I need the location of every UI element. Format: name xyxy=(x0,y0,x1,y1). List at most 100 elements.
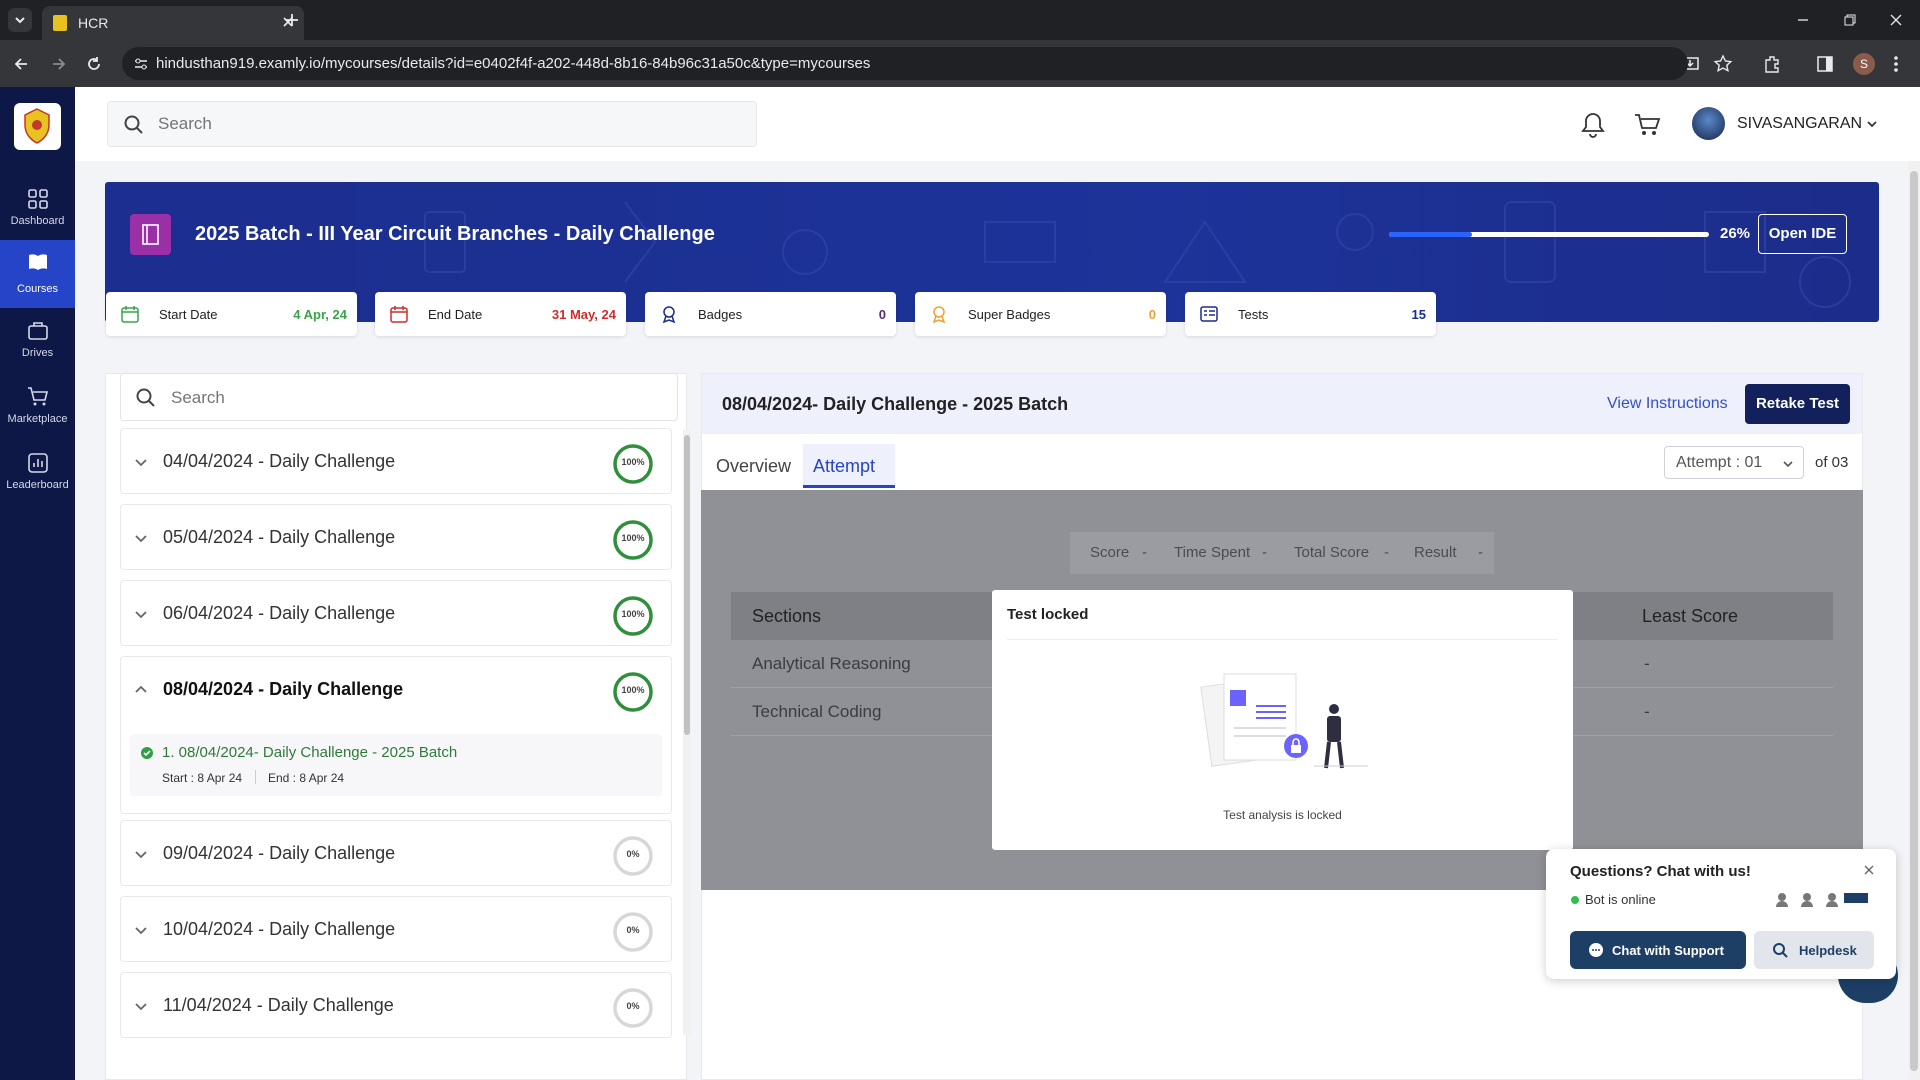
stat-value: 31 May, 24 xyxy=(551,307,616,322)
module-search-input[interactable] xyxy=(171,386,651,410)
nav-marketplace[interactable]: Marketplace xyxy=(0,375,75,439)
module-title[interactable]: 05/04/2024 - Daily Challenge xyxy=(163,527,395,548)
address-bar[interactable]: hindusthan919.examly.io/mycourses/detail… xyxy=(122,47,1688,80)
chat-with-support-button[interactable]: Chat with Support xyxy=(1570,931,1746,969)
search-input[interactable] xyxy=(158,112,718,136)
app-sidebar: Dashboard Courses Drives Marketplace Lea… xyxy=(0,87,75,1080)
shopping-cart-icon[interactable] xyxy=(1633,112,1661,138)
chevron-up-icon[interactable] xyxy=(133,682,149,698)
tab-title: HCR xyxy=(78,15,109,31)
tab-attempt[interactable]: Attempt xyxy=(803,444,895,488)
tab-search-icon[interactable] xyxy=(8,8,32,32)
forward-icon[interactable] xyxy=(50,55,68,73)
user-name[interactable]: SIVASANGARAN xyxy=(1737,115,1862,133)
nav-label: Marketplace xyxy=(7,413,68,425)
summary-score-label: Score xyxy=(1090,544,1130,561)
grid-icon xyxy=(28,189,48,209)
page-scrollbar[interactable] xyxy=(1908,161,1920,1080)
nav-leaderboard[interactable]: Leaderboard xyxy=(0,441,75,505)
reload-icon[interactable] xyxy=(85,55,103,73)
attempt-select-value: Attempt : 01 xyxy=(1676,454,1763,471)
chevron-down-icon[interactable] xyxy=(133,922,149,938)
close-window-icon[interactable] xyxy=(1888,12,1904,28)
global-search[interactable] xyxy=(107,101,757,147)
calendar-icon xyxy=(121,306,139,323)
browser-menu-icon[interactable] xyxy=(1893,54,1899,74)
module-search[interactable] xyxy=(120,373,678,421)
open-ide-button[interactable]: Open IDE xyxy=(1758,214,1847,254)
stat-label: Start Date xyxy=(159,307,218,322)
module-card[interactable]: 05/04/2024 - Daily Challenge 100% xyxy=(120,504,672,570)
chevron-down-icon[interactable] xyxy=(133,606,149,622)
search-icon xyxy=(1772,942,1788,958)
module-title[interactable]: 09/04/2024 - Daily Challenge xyxy=(163,843,395,864)
stat-label: Badges xyxy=(698,307,743,322)
chevron-down-icon[interactable] xyxy=(133,454,149,470)
module-card[interactable]: 10/04/2024 - Daily Challenge 0% xyxy=(120,896,672,962)
minimize-icon[interactable] xyxy=(1795,12,1811,28)
nav-courses[interactable]: Courses xyxy=(0,240,75,308)
retake-test-button[interactable]: Retake Test xyxy=(1745,384,1850,424)
site-info-icon[interactable] xyxy=(132,55,150,73)
test-header: 08/04/2024- Daily Challenge - 2025 Batch… xyxy=(702,374,1862,434)
side-panel-icon[interactable] xyxy=(1815,54,1835,74)
check-circle-icon xyxy=(140,746,154,760)
module-card[interactable]: 09/04/2024 - Daily Challenge 0% xyxy=(120,820,672,886)
chat-close-icon[interactable] xyxy=(1863,864,1875,876)
chevron-down-icon[interactable] xyxy=(133,530,149,546)
extensions-icon[interactable] xyxy=(1762,54,1782,74)
profile-avatar[interactable]: S xyxy=(1853,53,1875,75)
stat-value: 4 Apr, 24 xyxy=(293,307,347,322)
chevron-down-icon[interactable] xyxy=(133,846,149,862)
user-avatar[interactable] xyxy=(1692,107,1725,140)
module-title[interactable]: 10/04/2024 - Daily Challenge xyxy=(163,919,395,940)
notification-bell-icon[interactable] xyxy=(1580,111,1606,139)
module-card[interactable]: 04/04/2024 - Daily Challenge 100% xyxy=(120,428,672,494)
chevron-down-icon xyxy=(1781,457,1795,471)
module-card[interactable]: 11/04/2024 - Daily Challenge 0% xyxy=(120,972,672,1038)
nav-drives[interactable]: Drives xyxy=(0,309,75,373)
list-scrollbar[interactable] xyxy=(683,430,691,1035)
module-title[interactable]: 06/04/2024 - Daily Challenge xyxy=(163,603,395,624)
scrollbar-thumb[interactable] xyxy=(1910,171,1918,1071)
scrollbar-thumb[interactable] xyxy=(684,435,690,735)
stat-value: 15 xyxy=(1411,307,1426,322)
summary-time-value: - xyxy=(1262,544,1267,561)
tests-icon xyxy=(1200,306,1218,322)
briefcase-icon xyxy=(28,322,48,340)
module-percent: 0% xyxy=(626,925,640,935)
summary-total-value: - xyxy=(1384,544,1389,561)
browser-tab[interactable]: HCR xyxy=(42,6,304,40)
analysis-overlay: Score - Time Spent - Total Score - Resul… xyxy=(701,490,1863,890)
test-list-item[interactable]: 1. 08/04/2024- Daily Challenge - 2025 Ba… xyxy=(130,734,662,796)
view-instructions-link[interactable]: View Instructions xyxy=(1607,395,1728,413)
attempt-select[interactable]: Attempt : 01 xyxy=(1664,446,1804,479)
nav-label: Leaderboard xyxy=(6,479,69,491)
back-icon[interactable] xyxy=(12,55,30,73)
locked-illustration xyxy=(1200,673,1368,769)
helpdesk-button[interactable]: Helpdesk xyxy=(1754,931,1874,969)
chevron-down-icon[interactable] xyxy=(1865,117,1879,131)
divider xyxy=(1007,639,1558,640)
test-item-end: End : 8 Apr 24 xyxy=(268,771,345,785)
search-icon xyxy=(123,114,145,136)
restore-icon[interactable] xyxy=(1842,12,1858,28)
bot-status: Bot is online xyxy=(1585,892,1656,907)
course-book-icon xyxy=(130,214,171,255)
bookmark-star-icon[interactable] xyxy=(1713,54,1733,74)
module-title[interactable]: 11/04/2024 - Daily Challenge xyxy=(163,995,394,1016)
college-logo[interactable] xyxy=(14,103,61,150)
nav-label: Courses xyxy=(17,283,58,295)
nav-dashboard[interactable]: Dashboard xyxy=(0,177,75,241)
module-title[interactable]: 04/04/2024 - Daily Challenge xyxy=(163,451,395,472)
chevron-down-icon[interactable] xyxy=(133,998,149,1014)
test-item-title[interactable]: 1. 08/04/2024- Daily Challenge - 2025 Ba… xyxy=(162,744,457,761)
new-tab-icon[interactable] xyxy=(283,11,301,29)
module-title[interactable]: 08/04/2024 - Daily Challenge xyxy=(163,679,403,700)
module-card[interactable]: 06/04/2024 - Daily Challenge 100% xyxy=(120,580,672,646)
cart-icon xyxy=(28,387,49,406)
stat-label: End Date xyxy=(428,307,483,322)
book-icon xyxy=(29,254,47,270)
online-status-dot xyxy=(1571,896,1579,904)
tab-overview[interactable]: Overview xyxy=(716,456,791,477)
